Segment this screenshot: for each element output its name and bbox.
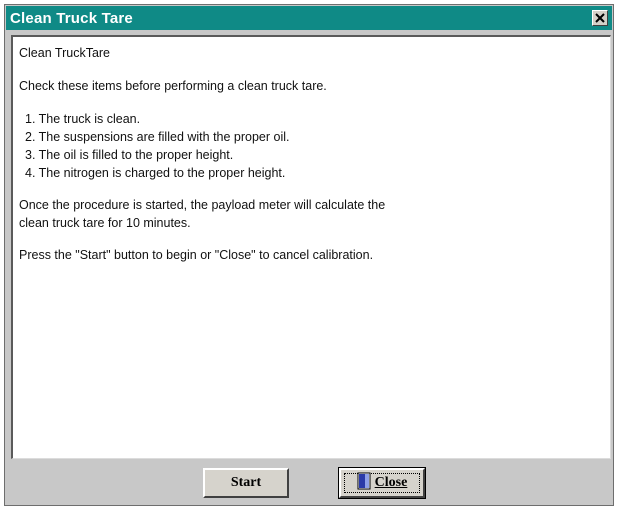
checklist: 1. The truck is clean. 2. The suspension… bbox=[19, 110, 604, 182]
checklist-item: 4. The nitrogen is charged to the proper… bbox=[25, 166, 286, 180]
button-bar: Start Close bbox=[6, 461, 612, 504]
note-text-line-2: clean truck tare for 10 minutes. bbox=[19, 216, 191, 230]
instruction-text: Press the "Start" button to begin or "Cl… bbox=[19, 248, 374, 262]
door-icon bbox=[357, 472, 371, 495]
intro-text: Check these items before performing a cl… bbox=[19, 79, 327, 93]
note-text-line-1: Once the procedure is started, the paylo… bbox=[19, 198, 386, 212]
content-heading: Clean TruckTare bbox=[19, 46, 111, 60]
start-button[interactable]: Start bbox=[203, 468, 289, 498]
instructions-panel: Clean TruckTare Check these items before… bbox=[11, 35, 611, 459]
close-button-label: Close bbox=[374, 475, 408, 490]
dialog-window: Clean Truck Tare Clean TruckTare Check t… bbox=[4, 4, 614, 506]
checklist-item: 1. The truck is clean. bbox=[25, 112, 141, 126]
close-icon bbox=[595, 13, 605, 23]
close-button-focus: Close bbox=[344, 472, 420, 495]
window-title: Clean Truck Tare bbox=[10, 10, 133, 27]
checklist-item: 3. The oil is filled to the proper heigh… bbox=[25, 148, 234, 162]
checklist-item: 2. The suspensions are filled with the p… bbox=[25, 130, 290, 144]
close-button[interactable]: Close bbox=[338, 467, 426, 499]
title-bar[interactable]: Clean Truck Tare bbox=[6, 6, 612, 30]
close-window-button[interactable] bbox=[592, 10, 608, 26]
